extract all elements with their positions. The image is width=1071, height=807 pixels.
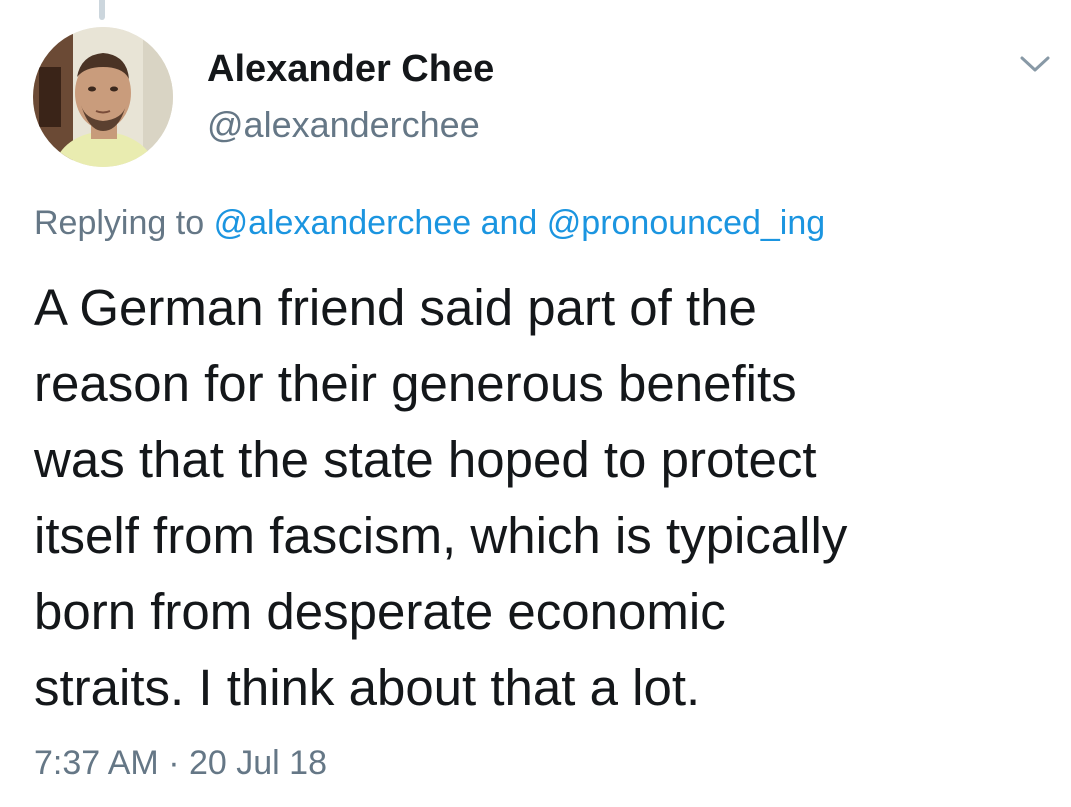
tweet-timestamp[interactable]: 7:37 AM · 20 Jul 18 [34,741,327,785]
avatar[interactable] [33,27,173,167]
tweet-author[interactable]: Alexander Chee @alexanderchee [207,46,494,148]
thread-connector-line [99,0,105,20]
tweet-text-line: born from desperate economic [34,583,726,640]
mention-link-pronounced-ing[interactable]: @pronounced_ing [547,204,825,242]
mention-link-alexanderchee[interactable]: @alexanderchee [214,204,472,242]
tweet-date[interactable]: 20 Jul 18 [189,744,327,782]
author-display-name[interactable]: Alexander Chee [207,46,494,92]
tweet-text-line: itself from fascism, which is typically [34,507,848,564]
author-handle[interactable]: @alexanderchee [207,102,494,148]
chevron-down-icon[interactable] [1018,52,1052,76]
tweet-text-line: A German friend said part of the [34,279,757,336]
replying-to-line: Replying to @alexanderchee and @pronounc… [34,201,825,245]
timestamp-separator: · [168,744,180,782]
tweet-text-line: straits. I think about that a lot. [34,659,701,716]
replying-to-label: Replying to [34,204,205,242]
tweet-text-line: was that the state hoped to protect [34,431,817,488]
tweet-text-line: reason for their generous benefits [34,355,797,412]
replying-to-conjunction[interactable]: and [481,204,538,242]
tweet-time[interactable]: 7:37 AM [34,744,159,782]
tweet-text: A German friend said part of the reason … [34,270,1044,726]
profile-photo [33,27,173,167]
